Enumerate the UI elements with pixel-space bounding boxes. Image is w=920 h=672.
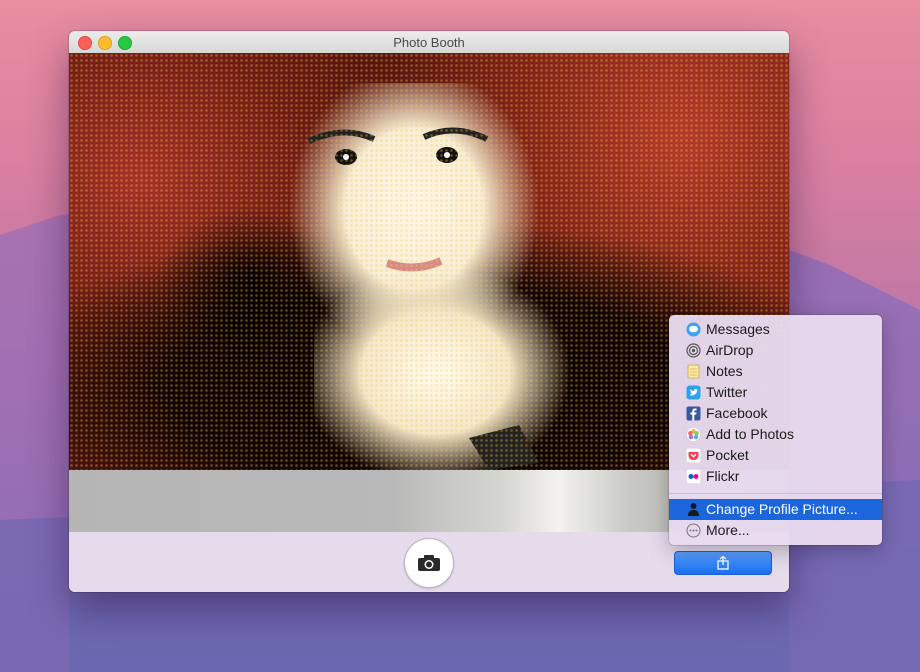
menu-item-label: Pocket [706, 447, 749, 463]
menu-item-messages[interactable]: Messages [669, 319, 882, 340]
menu-item-airdrop[interactable]: AirDrop [669, 340, 882, 361]
airdrop-icon [686, 343, 701, 358]
share-button[interactable] [674, 551, 772, 575]
menu-item-pocket[interactable]: Pocket [669, 445, 882, 466]
menu-item-add-to-photos[interactable]: Add to Photos [669, 424, 882, 445]
twitter-icon [686, 385, 701, 400]
take-photo-button[interactable] [404, 538, 454, 588]
menu-item-label: Messages [706, 321, 770, 337]
more-icon [686, 523, 701, 538]
menu-item-label: Change Profile Picture... [706, 501, 858, 517]
pocket-icon [686, 448, 701, 463]
window-title: Photo Booth [393, 35, 465, 50]
menu-item-more[interactable]: More... [669, 520, 882, 541]
menu-item-label: Facebook [706, 405, 768, 421]
camera-icon [418, 555, 440, 571]
menu-item-flickr[interactable]: Flickr [669, 466, 882, 487]
menu-item-label: Add to Photos [706, 426, 794, 442]
menu-item-label: Flickr [706, 468, 740, 484]
title-bar[interactable]: Photo Booth [69, 31, 789, 54]
menu-item-twitter[interactable]: Twitter [669, 382, 882, 403]
photos-icon [686, 427, 701, 442]
menu-item-label: More... [706, 522, 750, 538]
menu-item-change-profile-picture[interactable]: Change Profile Picture... [669, 499, 882, 520]
person-icon [688, 503, 699, 516]
flickr-icon [686, 469, 701, 484]
menu-item-label: Notes [706, 363, 743, 379]
menu-item-label: AirDrop [706, 342, 754, 358]
menu-item-label: Twitter [706, 384, 748, 400]
menu-item-notes[interactable]: Notes [669, 361, 882, 382]
share-icon [717, 556, 729, 570]
menu-item-facebook[interactable]: Facebook [669, 403, 882, 424]
share-menu: Messages AirDrop Notes Twitter Facebook [669, 315, 882, 545]
menu-separator [669, 493, 882, 494]
messages-icon [686, 322, 701, 337]
notes-icon [687, 364, 700, 379]
facebook-icon [686, 406, 701, 421]
